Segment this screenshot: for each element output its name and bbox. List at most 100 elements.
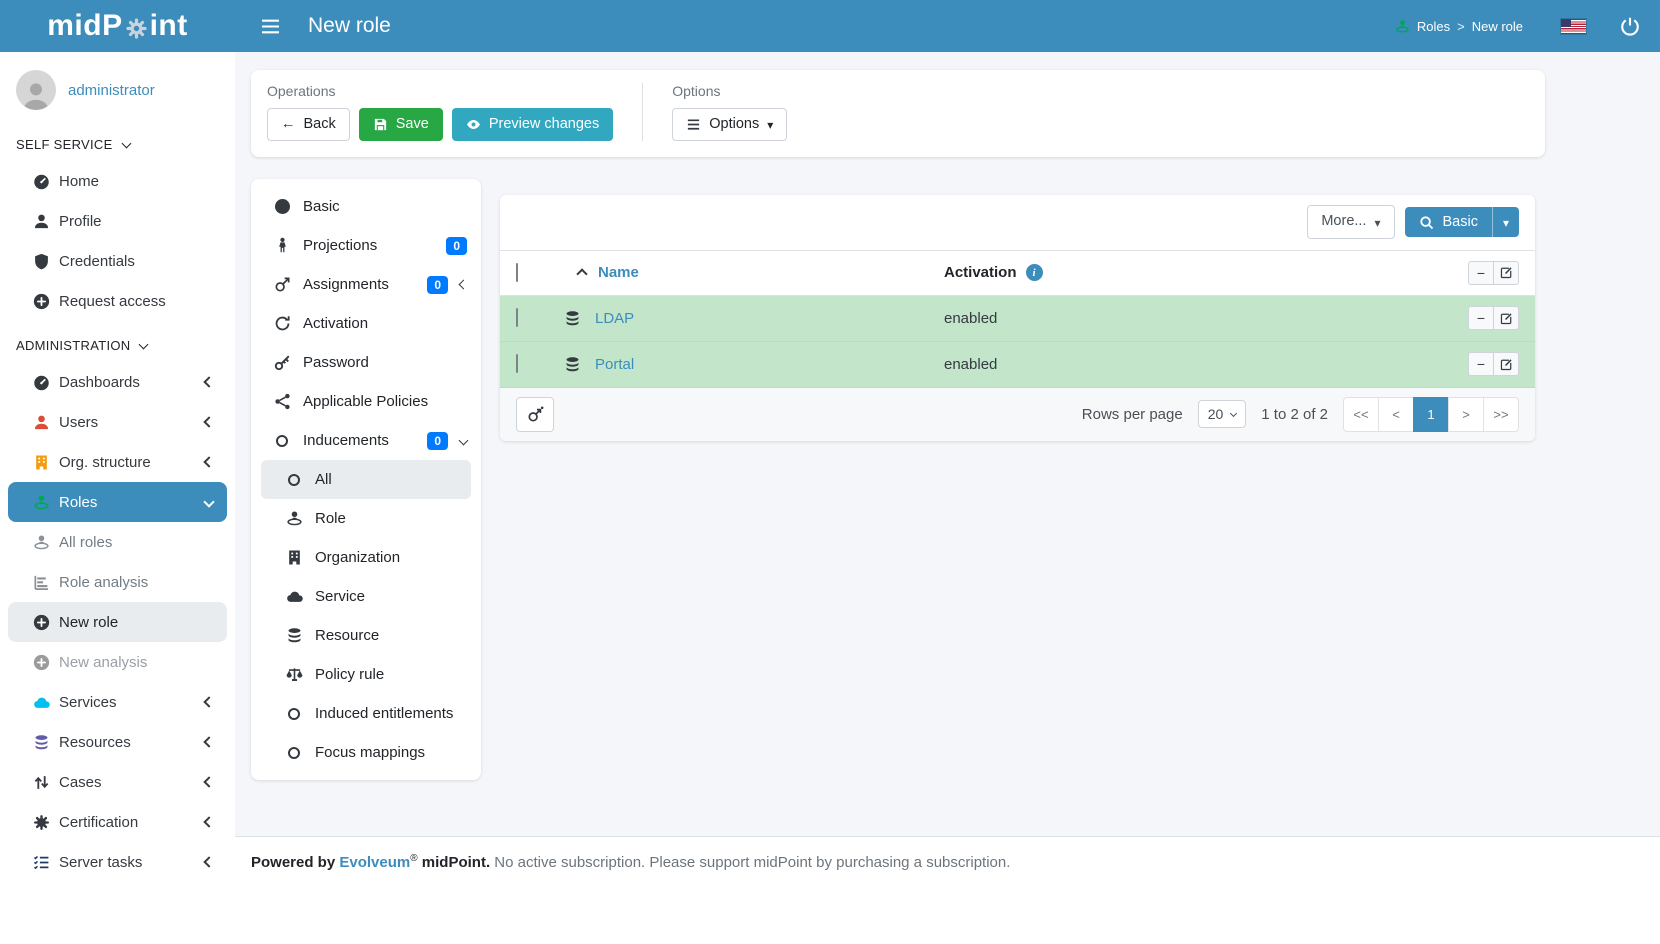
registered-mark: ® — [410, 853, 417, 864]
unassign-row-button[interactable]: − — [1468, 306, 1494, 330]
tab-password[interactable]: Password — [251, 343, 481, 382]
sidebar-item-roles[interactable]: Roles — [8, 482, 227, 522]
save-button[interactable]: Save — [359, 108, 443, 141]
options-dropdown-button[interactable]: Options ▾ — [672, 108, 787, 141]
tab-label: Role — [315, 510, 346, 527]
count-badge: 0 — [427, 276, 448, 294]
logout-button[interactable] — [1616, 12, 1644, 40]
table-row-portal[interactable]: Portal enabled − — [500, 342, 1535, 388]
row-checkbox[interactable] — [516, 354, 518, 373]
sidebar-item-role-analysis[interactable]: Role analysis — [0, 562, 235, 602]
sidebar: administrator SELF SERVICE Home Profile … — [0, 52, 235, 944]
menu-toggle-button[interactable] — [255, 13, 286, 40]
operations-group: Operations ← Back Save Preview changes — [267, 83, 613, 141]
sidebar-item-home[interactable]: Home — [0, 161, 235, 201]
more-dropdown-button[interactable]: More... ▾ — [1307, 205, 1394, 238]
sidebar-item-new-role[interactable]: New role — [8, 602, 227, 642]
sidebar-item-cases[interactable]: Cases — [0, 762, 235, 802]
tab-inducements-organization[interactable]: Organization — [251, 538, 481, 577]
person-icon — [274, 237, 291, 254]
tab-projections[interactable]: Projections 0 — [251, 226, 481, 265]
operations-label: Operations — [267, 83, 613, 99]
sidebar-item-certification[interactable]: Certification — [0, 802, 235, 842]
database-icon — [286, 627, 303, 644]
section-self-service[interactable]: SELF SERVICE — [0, 120, 235, 161]
row-checkbox[interactable] — [516, 308, 518, 327]
page-size-select[interactable]: 20 — [1198, 400, 1247, 428]
tab-activation[interactable]: Activation — [251, 304, 481, 343]
basic-search-button[interactable]: Basic — [1405, 207, 1492, 237]
tab-inducements-resource[interactable]: Resource — [251, 616, 481, 655]
info-icon[interactable]: i — [1026, 264, 1043, 281]
eye-icon — [466, 117, 481, 132]
chart-bars-icon — [33, 574, 50, 591]
building-icon — [286, 549, 303, 566]
count-badge: 0 — [446, 237, 467, 255]
section-administration[interactable]: ADMINISTRATION — [0, 321, 235, 362]
sidebar-item-new-analysis[interactable]: New analysis — [0, 642, 235, 682]
tab-label: Applicable Policies — [303, 393, 428, 410]
collapse-column-button[interactable]: − — [1468, 261, 1494, 285]
chevron-left-icon — [459, 280, 469, 290]
tab-inducements-all[interactable]: All — [261, 460, 471, 499]
edit-row-button[interactable] — [1493, 306, 1519, 330]
tab-applicable-policies[interactable]: Applicable Policies — [251, 382, 481, 421]
sidebar-item-all-roles[interactable]: All roles — [0, 522, 235, 562]
search-mode-caret-button[interactable]: ▾ — [1492, 207, 1519, 237]
tab-inducements[interactable]: Inducements 0 — [251, 421, 481, 460]
row-actions-group: − — [1468, 306, 1519, 330]
edit-pencil-icon — [1500, 358, 1513, 371]
tab-label: Organization — [315, 549, 400, 566]
sort-ascending-icon[interactable] — [576, 268, 587, 279]
tab-inducements-focus-mappings[interactable]: Focus mappings — [251, 733, 481, 772]
sidebar-item-services[interactable]: Services — [0, 682, 235, 722]
username-link[interactable]: administrator — [68, 82, 155, 99]
breadcrumb-roles-link[interactable]: Roles — [1417, 19, 1450, 34]
table-row-ldap[interactable]: LDAP enabled − — [500, 296, 1535, 342]
prev-page-button[interactable]: < — [1378, 397, 1414, 432]
tab-inducements-service[interactable]: Service — [251, 577, 481, 616]
subscription-note: No active subscription. Please support m… — [494, 854, 1010, 871]
rows-per-page-label: Rows per page — [1082, 406, 1183, 423]
sidebar-item-org-structure[interactable]: Org. structure — [0, 442, 235, 482]
chevron-down-icon — [1230, 410, 1237, 417]
first-page-button[interactable]: << — [1343, 397, 1379, 432]
assign-button[interactable] — [516, 397, 554, 432]
role-icon — [33, 494, 50, 511]
sidebar-item-profile[interactable]: Profile — [0, 201, 235, 241]
back-button[interactable]: ← Back — [267, 108, 350, 141]
section-label: SELF SERVICE — [16, 137, 113, 152]
edit-column-button[interactable] — [1493, 261, 1519, 285]
tab-inducements-role[interactable]: Role — [251, 499, 481, 538]
sidebar-item-resources[interactable]: Resources — [0, 722, 235, 762]
locale-flag-us-icon[interactable] — [1561, 19, 1586, 34]
tab-assignments[interactable]: Assignments 0 — [251, 265, 481, 304]
column-header-name[interactable]: Name — [598, 264, 639, 281]
sidebar-item-server-tasks[interactable]: Server tasks — [0, 842, 235, 882]
content: Operations ← Back Save Preview changes — [235, 52, 1660, 836]
select-all-checkbox[interactable] — [516, 263, 518, 282]
avatar[interactable] — [16, 70, 56, 110]
tab-label: Activation — [303, 315, 368, 332]
sidebar-item-users[interactable]: Users — [0, 402, 235, 442]
midpoint-logo[interactable]: midP int — [0, 9, 235, 43]
row-name-link[interactable]: LDAP — [595, 310, 634, 327]
evolveum-link[interactable]: Evolveum — [339, 854, 410, 871]
unassign-row-button[interactable]: − — [1468, 352, 1494, 376]
sidebar-item-dashboards[interactable]: Dashboards — [0, 362, 235, 402]
row-name-link[interactable]: Portal — [595, 356, 634, 373]
page-1-button[interactable]: 1 — [1413, 397, 1449, 432]
tab-inducements-policy-rule[interactable]: Policy rule — [251, 655, 481, 694]
next-page-button[interactable]: > — [1448, 397, 1484, 432]
circle-filled-icon — [275, 199, 290, 214]
edit-row-button[interactable] — [1493, 352, 1519, 376]
last-page-button[interactable]: >> — [1483, 397, 1519, 432]
circle-outline-icon — [276, 435, 288, 447]
sidebar-item-request-access[interactable]: Request access — [0, 281, 235, 321]
sidebar-item-credentials[interactable]: Credentials — [0, 241, 235, 281]
preview-changes-button[interactable]: Preview changes — [452, 108, 613, 141]
circle-outline-icon — [288, 708, 300, 720]
tab-inducements-induced-entitlements[interactable]: Induced entitlements — [251, 694, 481, 733]
options-group: Options Options ▾ — [672, 83, 787, 141]
tab-basic[interactable]: Basic — [251, 187, 481, 226]
